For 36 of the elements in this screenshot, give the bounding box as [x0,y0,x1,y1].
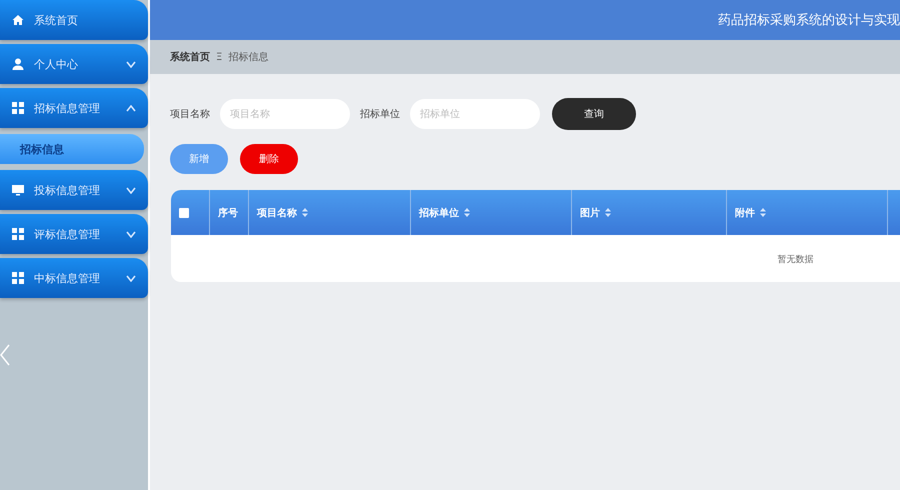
sidebar-item[interactable]: 中标信息管理 [0,258,148,298]
user-icon [12,58,24,70]
column-header[interactable]: 项目名称 [257,206,297,220]
add-button[interactable]: 新增 [170,144,228,174]
sort-icon[interactable] [605,208,611,217]
breadcrumb-link[interactable]: 系统首页 [170,50,210,64]
breadcrumb-current: 招标信息 [228,50,268,64]
sidebar-item[interactable]: 投标信息管理 [0,170,148,210]
sort-icon[interactable] [302,208,308,217]
grid-icon [12,102,24,114]
search-field[interactable]: 招标单位 [410,99,540,129]
delete-button[interactable]: 删除 [240,144,298,174]
monitor-icon [12,184,24,196]
sidebar-item[interactable]: 个人中心 [0,44,148,84]
grid-icon [12,272,24,284]
app-title: 药品招标采购系统的设计与实现 [718,12,900,29]
column-header[interactable]: 序号 [218,206,238,220]
sidebar-item[interactable]: 招标信息管理 [0,88,148,128]
grid-icon [12,228,24,240]
column-header[interactable]: 招标单位 [419,206,459,220]
search-field[interactable]: 项目名称 [220,99,350,129]
sidebar-item[interactable]: 系统首页 [0,0,148,40]
sort-icon[interactable] [760,208,766,217]
chevron-left-icon[interactable] [0,344,10,366]
home-icon [12,14,24,26]
submenu-item[interactable]: 招标信息 [0,134,144,164]
column-header[interactable]: 附件 [735,206,755,220]
field-label: 招标单位 [360,108,400,121]
sort-icon[interactable] [464,208,470,217]
column-header[interactable]: 图片 [580,206,600,220]
empty-message: 暂无数据 [776,254,814,266]
field-label: 项目名称 [170,108,210,121]
breadcrumb-separator: Ξ [216,52,222,62]
search-button[interactable]: 查询 [552,98,636,130]
select-all-checkbox[interactable] [179,208,189,218]
sidebar-item[interactable]: 评标信息管理 [0,214,148,254]
